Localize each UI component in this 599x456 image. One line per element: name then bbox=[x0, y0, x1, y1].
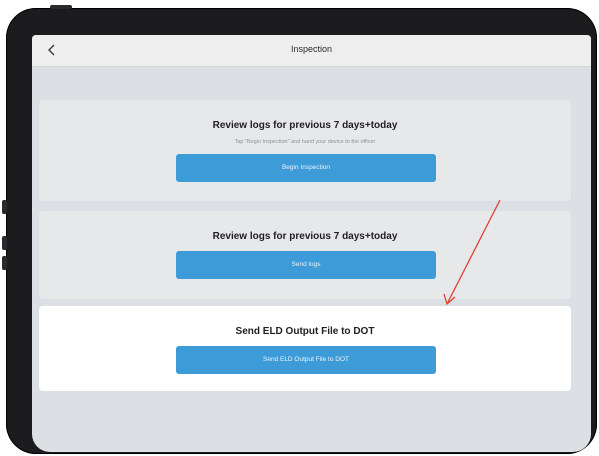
annotation-arrow bbox=[443, 199, 501, 306]
